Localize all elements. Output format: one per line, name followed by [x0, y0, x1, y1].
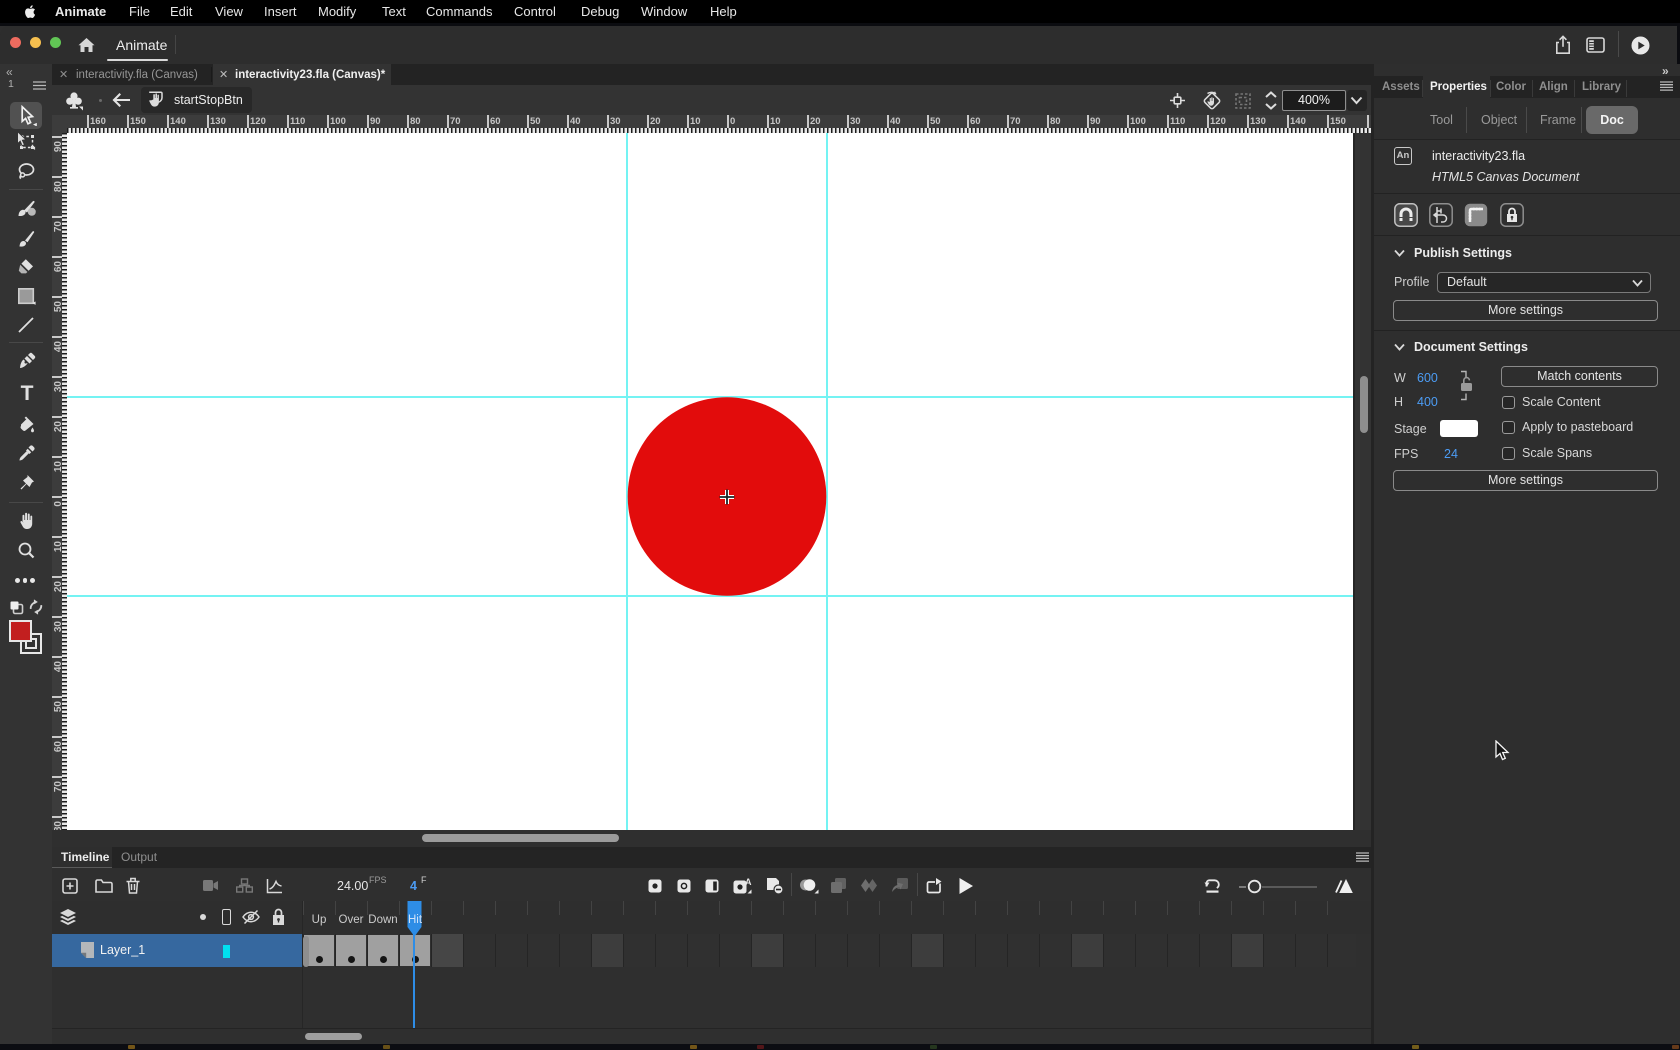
- svg-text:A: A: [745, 877, 752, 887]
